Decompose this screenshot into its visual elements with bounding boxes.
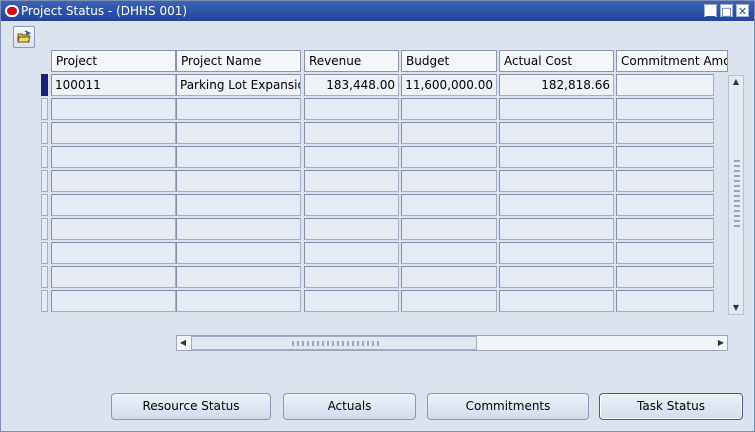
cell-project-name[interactable] bbox=[176, 170, 301, 192]
cell-project[interactable]: 100011 bbox=[51, 74, 176, 96]
cell-budget[interactable] bbox=[401, 146, 497, 168]
maximize-button[interactable]: □ bbox=[720, 4, 733, 18]
cell-revenue[interactable] bbox=[304, 290, 399, 312]
cell-project[interactable] bbox=[51, 242, 176, 264]
cell-project-name[interactable] bbox=[176, 122, 301, 144]
cell-commitment-amount[interactable] bbox=[616, 266, 714, 288]
vertical-scrollbar[interactable]: ▲ ▼ bbox=[728, 75, 744, 315]
cell-revenue[interactable] bbox=[304, 170, 399, 192]
scroll-left-icon[interactable]: ◀ bbox=[177, 336, 189, 350]
project-status-table: Project Project Name Revenue Budget Actu… bbox=[41, 50, 744, 315]
cell-revenue[interactable] bbox=[304, 194, 399, 216]
cell-project-name[interactable] bbox=[176, 98, 301, 120]
row-indicator[interactable] bbox=[41, 170, 48, 192]
resource-status-button[interactable]: Resource Status bbox=[111, 393, 271, 420]
cell-budget[interactable] bbox=[401, 98, 497, 120]
row-indicator[interactable] bbox=[41, 146, 48, 168]
oracle-logo-icon bbox=[5, 5, 19, 17]
cell-budget[interactable] bbox=[401, 194, 497, 216]
row-indicator[interactable] bbox=[41, 266, 48, 288]
cell-budget[interactable] bbox=[401, 266, 497, 288]
cell-commitment-amount[interactable] bbox=[616, 122, 714, 144]
column-header-revenue[interactable]: Revenue bbox=[304, 50, 399, 72]
cell-commitment-amount[interactable] bbox=[616, 242, 714, 264]
cell-project[interactable] bbox=[51, 266, 176, 288]
cell-project[interactable] bbox=[51, 194, 176, 216]
cell-project-name[interactable]: Parking Lot Expansio bbox=[176, 74, 301, 96]
horizontal-scroll-thumb[interactable] bbox=[191, 336, 477, 350]
cell-budget[interactable]: 11,600,000.00 bbox=[401, 74, 497, 96]
cell-project-name[interactable] bbox=[176, 146, 301, 168]
task-status-button[interactable]: Task Status bbox=[599, 393, 743, 420]
scroll-grip[interactable] bbox=[734, 160, 740, 230]
cell-project[interactable] bbox=[51, 98, 176, 120]
cell-commitment-amount[interactable] bbox=[616, 290, 714, 312]
cell-budget[interactable] bbox=[401, 170, 497, 192]
horizontal-scrollbar[interactable]: ◀ ▶ bbox=[176, 335, 728, 351]
cell-revenue[interactable] bbox=[304, 218, 399, 240]
cell-actual-cost[interactable] bbox=[499, 146, 614, 168]
window-title: Project Status - (DHHS 001) bbox=[21, 4, 188, 18]
row-indicator[interactable] bbox=[41, 242, 48, 264]
column-header-budget[interactable]: Budget bbox=[401, 50, 497, 72]
row-indicator[interactable] bbox=[41, 194, 48, 216]
cell-revenue[interactable] bbox=[304, 242, 399, 264]
scroll-right-icon[interactable]: ▶ bbox=[715, 336, 727, 350]
cell-commitment-amount[interactable] bbox=[616, 218, 714, 240]
folder-open-icon bbox=[17, 30, 31, 43]
cell-commitment-amount[interactable] bbox=[616, 194, 714, 216]
cell-budget[interactable] bbox=[401, 122, 497, 144]
minimize-button[interactable]: ▁ bbox=[704, 4, 717, 18]
cell-actual-cost[interactable] bbox=[499, 170, 614, 192]
scroll-up-icon[interactable]: ▲ bbox=[729, 76, 743, 88]
cell-budget[interactable] bbox=[401, 218, 497, 240]
cell-budget[interactable] bbox=[401, 290, 497, 312]
scroll-grip bbox=[292, 341, 382, 346]
title-bar[interactable]: Project Status - (DHHS 001) ▁ □ ✕ bbox=[1, 1, 754, 21]
cell-project[interactable] bbox=[51, 290, 176, 312]
column-header-project-name[interactable]: Project Name bbox=[176, 50, 301, 72]
cell-commitment-amount[interactable] bbox=[616, 74, 714, 96]
cell-actual-cost[interactable] bbox=[499, 194, 614, 216]
commitments-button[interactable]: Commitments bbox=[427, 393, 589, 420]
cell-project-name[interactable] bbox=[176, 290, 301, 312]
cell-commitment-amount[interactable] bbox=[616, 98, 714, 120]
cell-actual-cost[interactable]: 182,818.66 bbox=[499, 74, 614, 96]
scroll-down-icon[interactable]: ▼ bbox=[729, 302, 743, 314]
cell-commitment-amount[interactable] bbox=[616, 170, 714, 192]
cell-budget[interactable] bbox=[401, 242, 497, 264]
row-indicator[interactable] bbox=[41, 74, 48, 96]
row-indicator[interactable] bbox=[41, 122, 48, 144]
cell-project-name[interactable] bbox=[176, 194, 301, 216]
cell-actual-cost[interactable] bbox=[499, 122, 614, 144]
cell-actual-cost[interactable] bbox=[499, 218, 614, 240]
cell-project-name[interactable] bbox=[176, 242, 301, 264]
row-indicator[interactable] bbox=[41, 218, 48, 240]
cell-revenue[interactable] bbox=[304, 146, 399, 168]
project-status-window: Project Status - (DHHS 001) ▁ □ ✕ Projec… bbox=[0, 0, 755, 432]
column-header-commitment-amount[interactable]: Commitment Amou bbox=[616, 50, 728, 72]
cell-revenue[interactable]: 183,448.00 bbox=[304, 74, 399, 96]
cell-project[interactable] bbox=[51, 170, 176, 192]
cell-revenue[interactable] bbox=[304, 98, 399, 120]
cell-actual-cost[interactable] bbox=[499, 242, 614, 264]
cell-actual-cost[interactable] bbox=[499, 266, 614, 288]
cell-project[interactable] bbox=[51, 146, 176, 168]
cell-revenue[interactable] bbox=[304, 122, 399, 144]
cell-revenue[interactable] bbox=[304, 266, 399, 288]
cell-project[interactable] bbox=[51, 122, 176, 144]
cell-project[interactable] bbox=[51, 218, 176, 240]
cell-actual-cost[interactable] bbox=[499, 290, 614, 312]
open-folder-button[interactable] bbox=[13, 26, 35, 48]
actuals-button[interactable]: Actuals bbox=[283, 393, 416, 420]
row-indicator[interactable] bbox=[41, 290, 48, 312]
column-header-project[interactable]: Project bbox=[51, 50, 176, 72]
close-button[interactable]: ✕ bbox=[736, 4, 749, 18]
cell-project-name[interactable] bbox=[176, 218, 301, 240]
cell-commitment-amount[interactable] bbox=[616, 146, 714, 168]
cell-actual-cost[interactable] bbox=[499, 98, 614, 120]
cell-project-name[interactable] bbox=[176, 266, 301, 288]
row-indicator[interactable] bbox=[41, 98, 48, 120]
column-header-actual-cost[interactable]: Actual Cost bbox=[499, 50, 614, 72]
